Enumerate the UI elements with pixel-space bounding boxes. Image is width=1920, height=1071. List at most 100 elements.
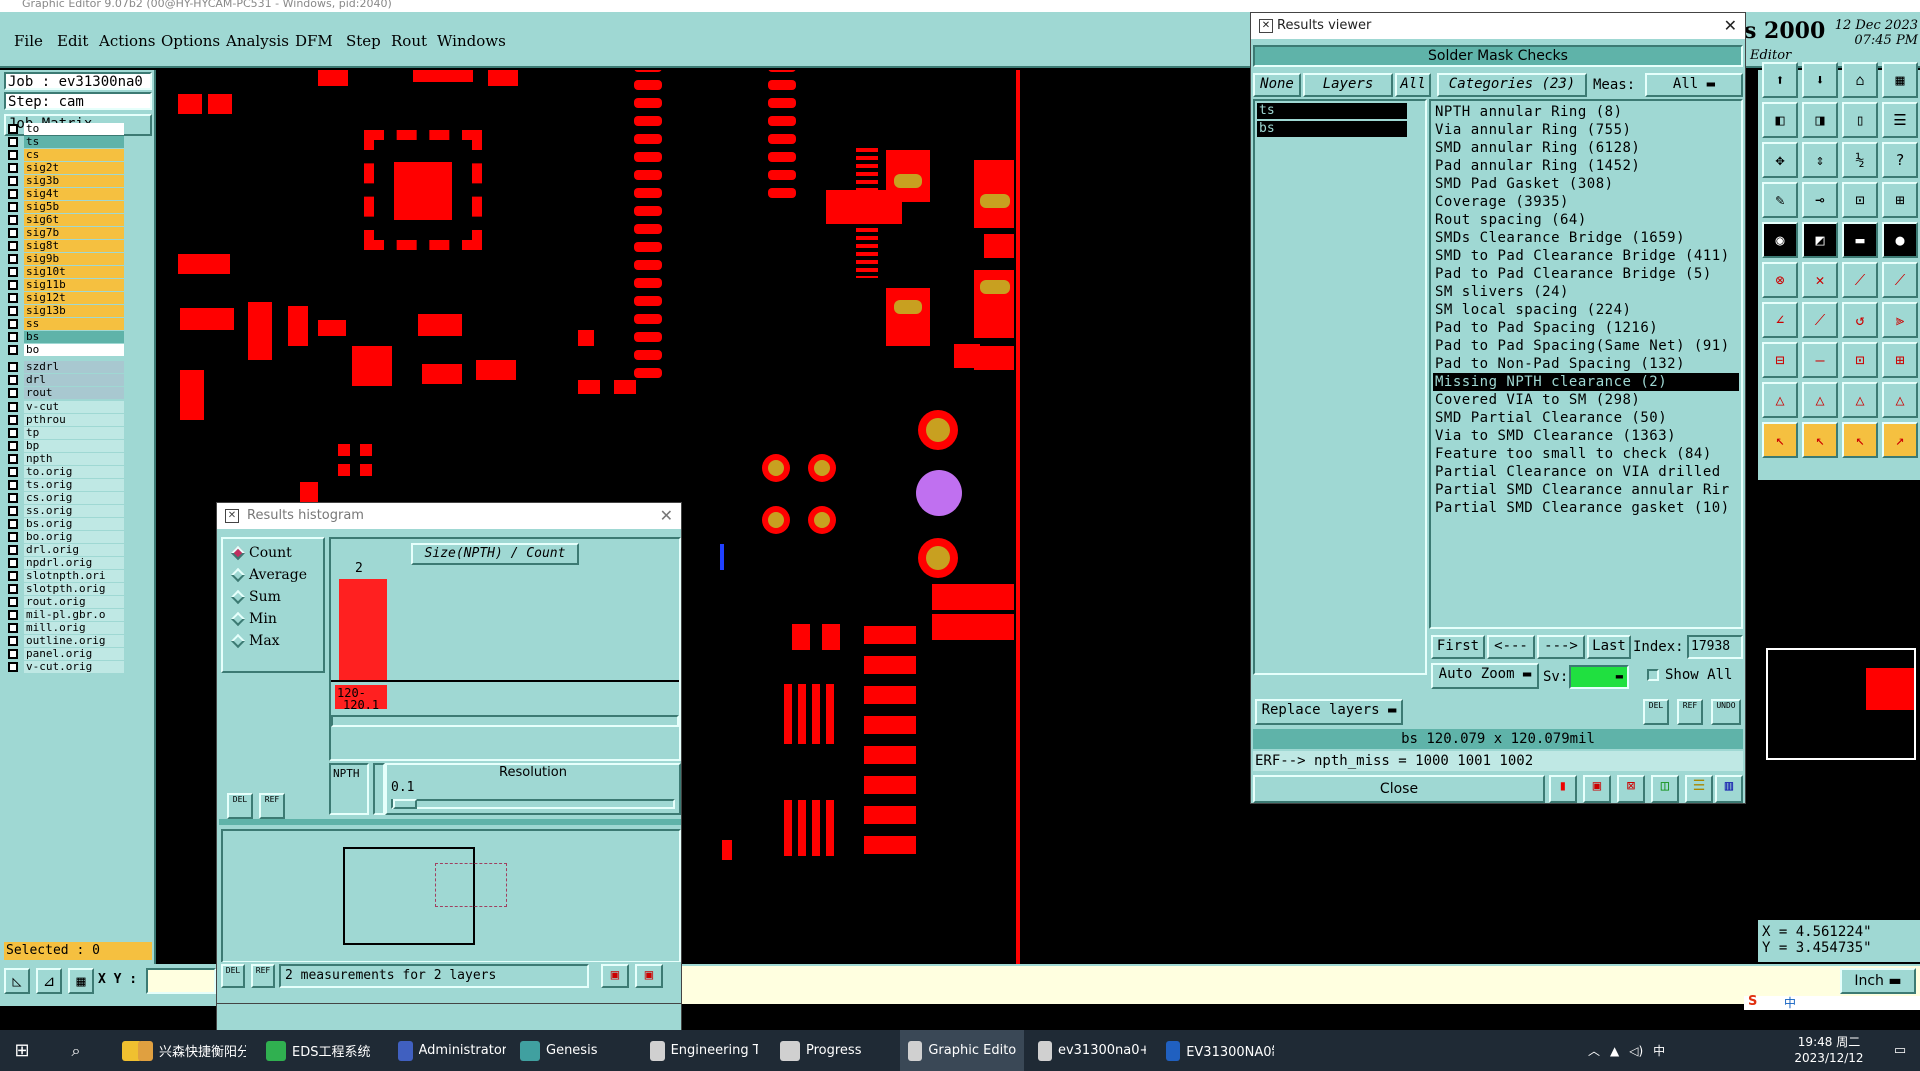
- category-item[interactable]: Partial SMD Clearance annular Rir: [1433, 481, 1739, 499]
- footer-ref-button[interactable]: REF: [251, 964, 275, 988]
- probe-icon[interactable]: ⊸: [1802, 182, 1838, 218]
- taskbar-item[interactable]: Graphic Editor 9....: [900, 1030, 1024, 1071]
- system-tray[interactable]: ︿ ▲ ◁) 中: [1580, 1030, 1673, 1071]
- hist-monitor-icon[interactable]: ▣: [601, 964, 629, 988]
- layer-row-drl-orig[interactable]: drl.orig: [8, 543, 124, 556]
- ref-button[interactable]: REF: [1677, 699, 1703, 725]
- layer-checkbox[interactable]: [8, 635, 18, 646]
- category-item[interactable]: SMD annular Ring (6128): [1433, 139, 1739, 157]
- layer-row-sig9b[interactable]: sig9b: [8, 252, 124, 265]
- layer-list-item[interactable]: ts: [1257, 103, 1407, 119]
- taskbar-item[interactable]: Progress: [772, 1030, 896, 1071]
- taskbar-item[interactable]: EV31300NA0制作...: [1158, 1030, 1282, 1071]
- layer-checkbox[interactable]: [8, 214, 18, 225]
- close-button[interactable]: Close: [1253, 775, 1545, 803]
- area-icon[interactable]: ◩: [1802, 222, 1838, 258]
- category-item[interactable]: Missing NPTH clearance (2): [1433, 373, 1739, 391]
- layers-button[interactable]: Layers: [1303, 73, 1393, 97]
- layer-row-to-orig[interactable]: to.orig: [8, 465, 124, 478]
- layers-none-button[interactable]: None: [1253, 73, 1301, 97]
- category-item[interactable]: Via annular Ring (755): [1433, 121, 1739, 139]
- start-icon[interactable]: ⊞: [0, 1030, 44, 1071]
- layer-row-sig8t[interactable]: sig8t: [8, 239, 124, 252]
- stat-option-average[interactable]: Average: [230, 567, 307, 583]
- taskbar-item[interactable]: 兴森快捷衡阳分公...: [130, 1030, 254, 1071]
- grid-icon[interactable]: ▦: [1882, 62, 1918, 98]
- layers-all-button[interactable]: All: [1395, 73, 1431, 97]
- net-icon[interactable]: ⊗: [1762, 262, 1798, 298]
- layer-row-mill-orig[interactable]: mill.orig: [8, 621, 124, 634]
- layer-row-sig6t[interactable]: sig6t: [8, 213, 124, 226]
- category-item[interactable]: NPTH annular Ring (8): [1433, 103, 1739, 121]
- filter-icon[interactable]: ⊠: [1617, 775, 1645, 803]
- category-item[interactable]: Coverage (3935): [1433, 193, 1739, 211]
- layer-checkbox[interactable]: [8, 279, 18, 290]
- taskbar-item[interactable]: EDS工程系统: [258, 1030, 382, 1071]
- box-icon[interactable]: ⊡: [1842, 342, 1878, 378]
- point-icon[interactable]: ◉: [1762, 222, 1798, 258]
- layer-row-bp[interactable]: bp: [8, 439, 124, 452]
- units-select[interactable]: Inch ▬: [1840, 968, 1916, 994]
- layer-row-szdrl[interactable]: szdrl: [8, 360, 124, 373]
- triangle-icon[interactable]: △: [1882, 382, 1918, 418]
- arc-icon[interactable]: ↺: [1842, 302, 1878, 338]
- layer-row-sig12t[interactable]: sig12t: [8, 291, 124, 304]
- home-icon[interactable]: ⌂: [1842, 62, 1878, 98]
- layer-row-cs[interactable]: cs: [8, 148, 124, 161]
- menu-step[interactable]: Step: [346, 32, 381, 50]
- triangle-icon[interactable]: △: [1762, 382, 1798, 418]
- triangle-icon[interactable]: △: [1842, 382, 1878, 418]
- layers-icon[interactable]: ☰: [1882, 102, 1918, 138]
- layer-row-ts[interactable]: ts: [8, 135, 124, 148]
- layer-row-sig7b[interactable]: sig7b: [8, 226, 124, 239]
- layer-row-outline-orig[interactable]: outline.orig: [8, 634, 124, 647]
- last-button[interactable]: Last: [1587, 635, 1631, 659]
- layer-checkbox[interactable]: [8, 661, 18, 672]
- radio-icon[interactable]: [230, 589, 246, 605]
- layer-checkbox[interactable]: [8, 253, 18, 264]
- menu-windows[interactable]: Windows: [437, 32, 506, 50]
- severity-select[interactable]: ▬: [1569, 665, 1629, 689]
- layer-checkbox[interactable]: [8, 305, 18, 316]
- layer-checkbox[interactable]: [8, 240, 18, 251]
- results-viewer-titlebar[interactable]: ✕ Results viewer ✕: [1251, 13, 1745, 39]
- angle-icon[interactable]: ∠: [1762, 302, 1798, 338]
- layer-row-bo[interactable]: bo: [8, 343, 124, 356]
- layer-row-slotnpth-ori[interactable]: slotnpth.ori: [8, 569, 124, 582]
- grid-icon[interactable]: ⊞: [1882, 342, 1918, 378]
- category-item[interactable]: SMD Pad Gasket (308): [1433, 175, 1739, 193]
- clock[interactable]: 19:48 周二 2023/12/12: [1784, 1034, 1874, 1066]
- layer-checkbox[interactable]: [8, 266, 18, 277]
- layer-row-sig5b[interactable]: sig5b: [8, 200, 124, 213]
- layer-checkbox[interactable]: [8, 201, 18, 212]
- matrix-icon[interactable]: ⊞: [1882, 182, 1918, 218]
- layer-checkbox[interactable]: [8, 227, 18, 238]
- highlighted-npth-hole[interactable]: [916, 470, 962, 516]
- ime-mode[interactable]: 中: [1784, 994, 1796, 1011]
- exit-icon[interactable]: ◫: [1651, 775, 1679, 803]
- layer-row-npth[interactable]: npth: [8, 452, 124, 465]
- menu-file[interactable]: File: [14, 32, 43, 50]
- edit-icon[interactable]: ✎: [1762, 182, 1798, 218]
- category-item[interactable]: SM local spacing (224): [1433, 301, 1739, 319]
- help-icon[interactable]: ?: [1882, 142, 1918, 178]
- layer-row-rout-orig[interactable]: rout.orig: [8, 595, 124, 608]
- category-item[interactable]: Pad to Pad Spacing (1216): [1433, 319, 1739, 337]
- replace-layers-select[interactable]: Replace layers ▬: [1255, 699, 1403, 725]
- next-button[interactable]: --->: [1537, 635, 1585, 659]
- layer-row-bs[interactable]: bs: [8, 330, 124, 343]
- stat-option-sum[interactable]: Sum: [230, 589, 281, 605]
- line-icon[interactable]: ⟋: [1882, 262, 1918, 298]
- index-field[interactable]: 17938: [1687, 635, 1743, 659]
- layer-row-v-cut-orig[interactable]: v-cut.orig: [8, 660, 124, 673]
- layer-checkbox[interactable]: [8, 162, 18, 173]
- split-icon[interactable]: ⊟: [1762, 342, 1798, 378]
- category-item[interactable]: Feature too small to check (84): [1433, 445, 1739, 463]
- report-icon[interactable]: ▮: [1549, 775, 1577, 803]
- category-item[interactable]: Pad to Pad Spacing(Same Net) (91): [1433, 337, 1739, 355]
- stat-option-count[interactable]: Count: [230, 545, 292, 561]
- category-item[interactable]: SMDs Clearance Bridge (1659): [1433, 229, 1739, 247]
- pointer-icon[interactable]: ↖: [1842, 422, 1878, 458]
- layer-checkbox[interactable]: [8, 175, 18, 186]
- histogram-titlebar[interactable]: ✕ Results histogram ✕: [217, 503, 681, 529]
